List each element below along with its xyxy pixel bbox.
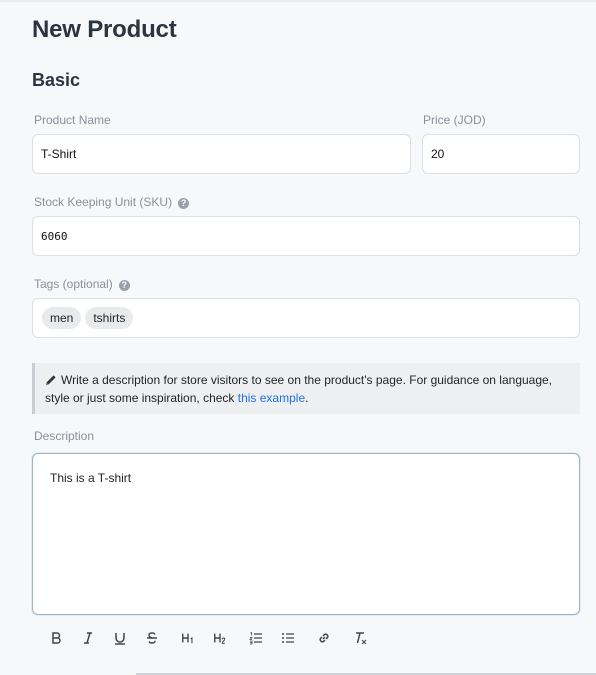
sku-input[interactable]: 6060 xyxy=(32,216,580,256)
bullet-list-icon[interactable] xyxy=(272,626,304,650)
sku-label: Stock Keeping Unit (SKU) xyxy=(34,195,173,209)
description-label: Description xyxy=(34,429,95,443)
pencil-icon xyxy=(46,375,56,385)
sku-value: 6060 xyxy=(41,229,68,243)
italic-icon[interactable] xyxy=(72,626,104,650)
section-title: Basic xyxy=(32,70,81,90)
product-name-input[interactable]: T-Shirt xyxy=(32,134,411,174)
help-icon[interactable]: ? xyxy=(178,198,190,209)
help-icon[interactable]: ? xyxy=(118,280,130,291)
ordered-list-icon[interactable] xyxy=(240,626,272,650)
clear-format-icon[interactable] xyxy=(344,626,376,650)
example-link[interactable]: this example xyxy=(238,391,305,405)
description-editor[interactable]: This is a T-shirt xyxy=(32,453,580,615)
strikethrough-icon[interactable] xyxy=(136,626,168,650)
heading1-icon[interactable] xyxy=(172,626,204,650)
tag-chip[interactable]: tshirts xyxy=(85,307,134,329)
tags-input[interactable]: men tshirts xyxy=(32,298,580,338)
price-label: Price (JOD) xyxy=(423,113,486,127)
note-end: . xyxy=(305,391,309,405)
sku-label-row: Stock Keeping Unit (SKU)? xyxy=(34,195,190,209)
top-divider xyxy=(0,0,596,2)
page-title: New Product xyxy=(32,16,177,43)
underline-icon[interactable] xyxy=(104,626,136,650)
product-name-value: T-Shirt xyxy=(41,147,77,161)
new-product-page: New Product Basic Product Name T-Shirt P… xyxy=(0,0,596,675)
price-value: 20 xyxy=(431,147,445,161)
price-input[interactable]: 20 xyxy=(422,134,580,174)
heading2-icon[interactable] xyxy=(204,626,236,650)
description-value: This is a T-shirt xyxy=(50,471,132,485)
rich-text-toolbar xyxy=(40,626,376,650)
tags-label: Tags (optional) xyxy=(34,277,113,291)
tag-chip[interactable]: men xyxy=(42,307,82,329)
description-guidance-note: Write a description for store visitors t… xyxy=(32,363,580,414)
tags-label-row: Tags (optional)? xyxy=(34,277,130,291)
link-icon[interactable] xyxy=(308,626,340,650)
bold-icon[interactable] xyxy=(40,626,72,650)
product-name-label: Product Name xyxy=(34,113,111,127)
